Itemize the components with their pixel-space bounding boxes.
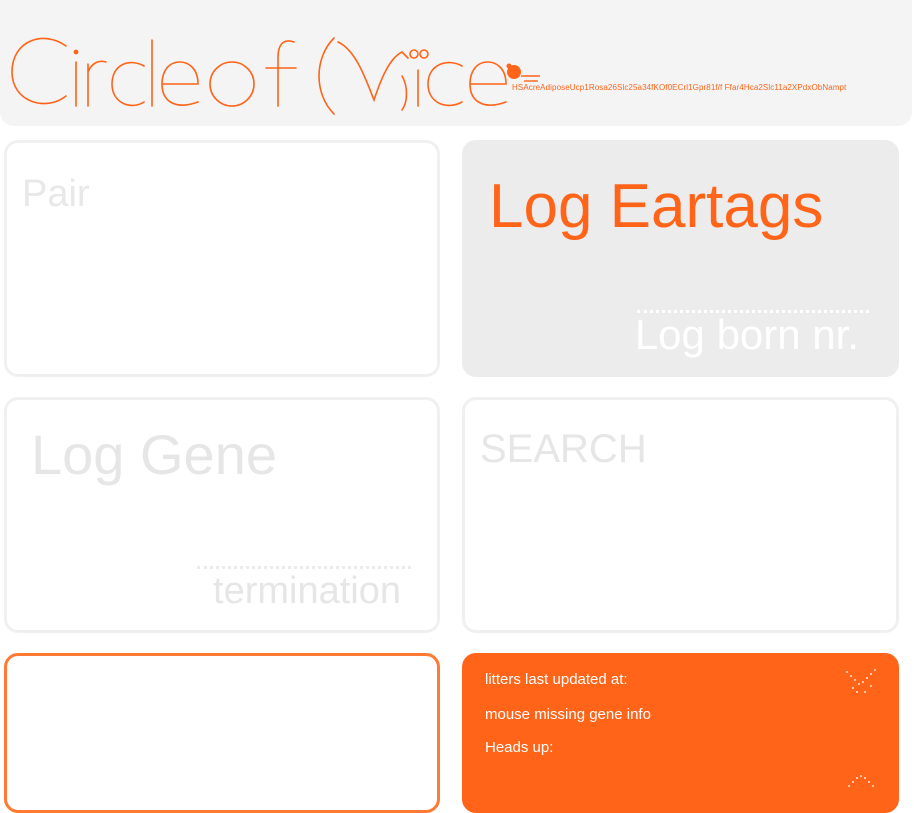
log-born-nr-link[interactable]: Log born nr. [635, 311, 859, 359]
termination-link[interactable]: termination [213, 570, 401, 613]
litters-updated-label: litters last updated at: [485, 671, 628, 688]
gene-line-ticker: HSAcreAdiposeUcp1Rosa26Slc25a34fKOf0ECrl… [512, 83, 847, 92]
loading-dots-icon [848, 775, 874, 787]
log-gene-title: Log Gene [31, 423, 277, 486]
log-gene-tile[interactable]: Log Gene termination [4, 397, 440, 633]
status-panel: litters last updated at: mouse missing g… [462, 653, 899, 813]
search-title: SEARCH [480, 427, 647, 471]
search-tile[interactable]: SEARCH [462, 397, 899, 633]
logo-mark [11, 37, 540, 115]
mouse-icon [506, 63, 540, 82]
pair-title: Pair [22, 173, 90, 215]
missing-gene-info-link[interactable]: mouse missing gene info [485, 706, 651, 723]
heads-up-label: Heads up: [485, 739, 554, 756]
log-eartags-tile[interactable]: Log Eartags Log born nr. [462, 140, 899, 377]
header: HSAcreAdiposeUcp1Rosa26Slc25a34fKOf0ECrl… [0, 0, 912, 126]
pair-tile[interactable]: Pair [4, 140, 440, 377]
log-eartags-title: Log Eartags [489, 172, 824, 241]
empty-tile[interactable] [4, 653, 440, 813]
app-logo[interactable] [4, 10, 544, 115]
dotted-divider [197, 566, 411, 569]
loading-dots-icon [846, 669, 876, 693]
